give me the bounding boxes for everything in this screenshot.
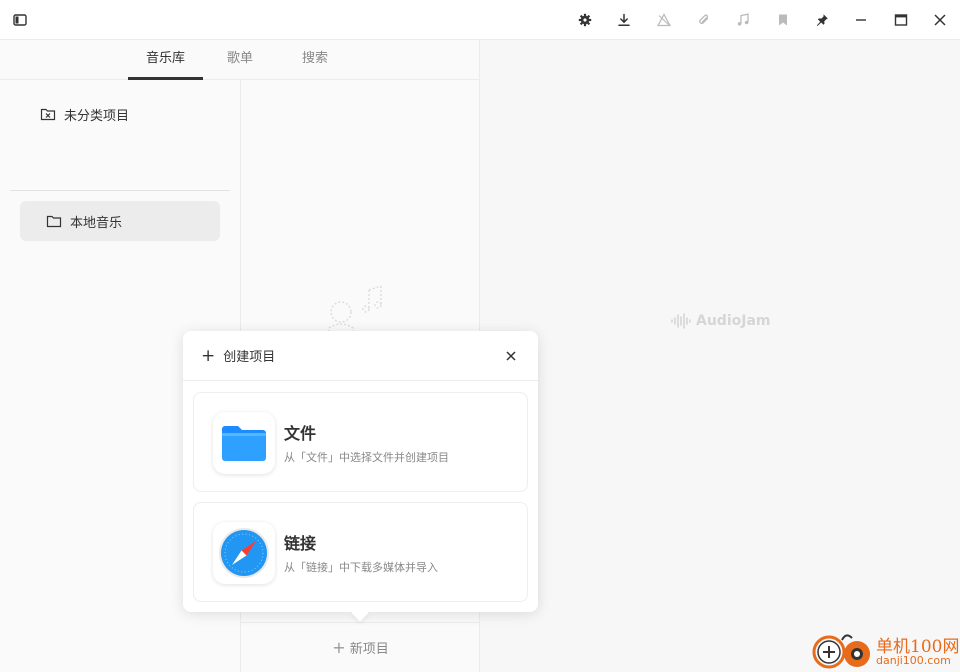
- tab-bar: 音乐库 歌单 搜索: [0, 40, 480, 80]
- tab-search[interactable]: 搜索: [285, 40, 345, 80]
- warning-icon[interactable]: [652, 8, 676, 32]
- files-folder-icon: [213, 412, 275, 474]
- maximize-icon[interactable]: [889, 8, 913, 32]
- pin-icon[interactable]: [810, 8, 834, 32]
- download-icon[interactable]: [612, 8, 636, 32]
- gear-icon[interactable]: [573, 8, 597, 32]
- close-icon[interactable]: [502, 347, 520, 365]
- sidebar-item-local-music[interactable]: 本地音乐: [20, 201, 220, 241]
- option-title: 链接: [284, 534, 317, 553]
- new-item-label: 新项目: [349, 642, 389, 657]
- create-from-link-option[interactable]: 链接 从「链接」中下载多媒体并导入: [193, 502, 528, 602]
- watermark-url: danji100.com: [876, 654, 951, 667]
- safari-compass-icon: [213, 522, 275, 584]
- popup-title: 创建项目: [223, 350, 276, 365]
- sidebar-toggle-icon[interactable]: [8, 8, 32, 32]
- tab-playlists[interactable]: 歌单: [210, 40, 270, 80]
- music-note-icon[interactable]: [731, 8, 755, 32]
- plus-icon: +: [332, 638, 346, 657]
- folder-icon: [46, 213, 62, 229]
- watermark: 单机100网 danji100.com: [812, 628, 960, 672]
- sidebar-item-label: 本地音乐: [70, 215, 123, 231]
- detail-panel: AudioJam: [480, 40, 960, 672]
- paperclip-icon[interactable]: [692, 8, 716, 32]
- popup-header: + 创建项目: [183, 331, 538, 381]
- create-project-popup: + 创建项目 文件 从「文件」中选择文件并创建项目 链接 从「链接」中下载多媒体…: [183, 331, 538, 622]
- folder-x-icon: [40, 106, 56, 122]
- brand-name: AudioJam: [696, 313, 771, 329]
- new-item-button[interactable]: + 新项目: [241, 622, 480, 672]
- sidebar-divider: [10, 190, 230, 191]
- option-description: 从「文件」中选择文件并创建项目: [284, 451, 449, 464]
- app-brand: AudioJam: [670, 313, 770, 329]
- option-description: 从「链接」中下载多媒体并导入: [284, 561, 438, 574]
- option-title: 文件: [284, 424, 317, 443]
- waveform-icon: [671, 313, 691, 329]
- minimize-icon[interactable]: [849, 8, 873, 32]
- title-bar: [0, 0, 960, 40]
- close-icon[interactable]: [928, 8, 952, 32]
- plus-icon: +: [201, 345, 216, 366]
- sidebar-item-uncategorized[interactable]: 未分类项目: [20, 94, 220, 134]
- create-from-file-option[interactable]: 文件 从「文件」中选择文件并创建项目: [193, 392, 528, 492]
- watermark-logo: [812, 634, 870, 669]
- sidebar-item-label: 未分类项目: [64, 108, 130, 124]
- app-window: 音乐库 歌单 搜索 未分类项目 本地音乐 + 新项目 AudioJam + 创建…: [0, 0, 960, 672]
- tab-library[interactable]: 音乐库: [128, 40, 203, 80]
- bookmark-icon[interactable]: [771, 8, 795, 32]
